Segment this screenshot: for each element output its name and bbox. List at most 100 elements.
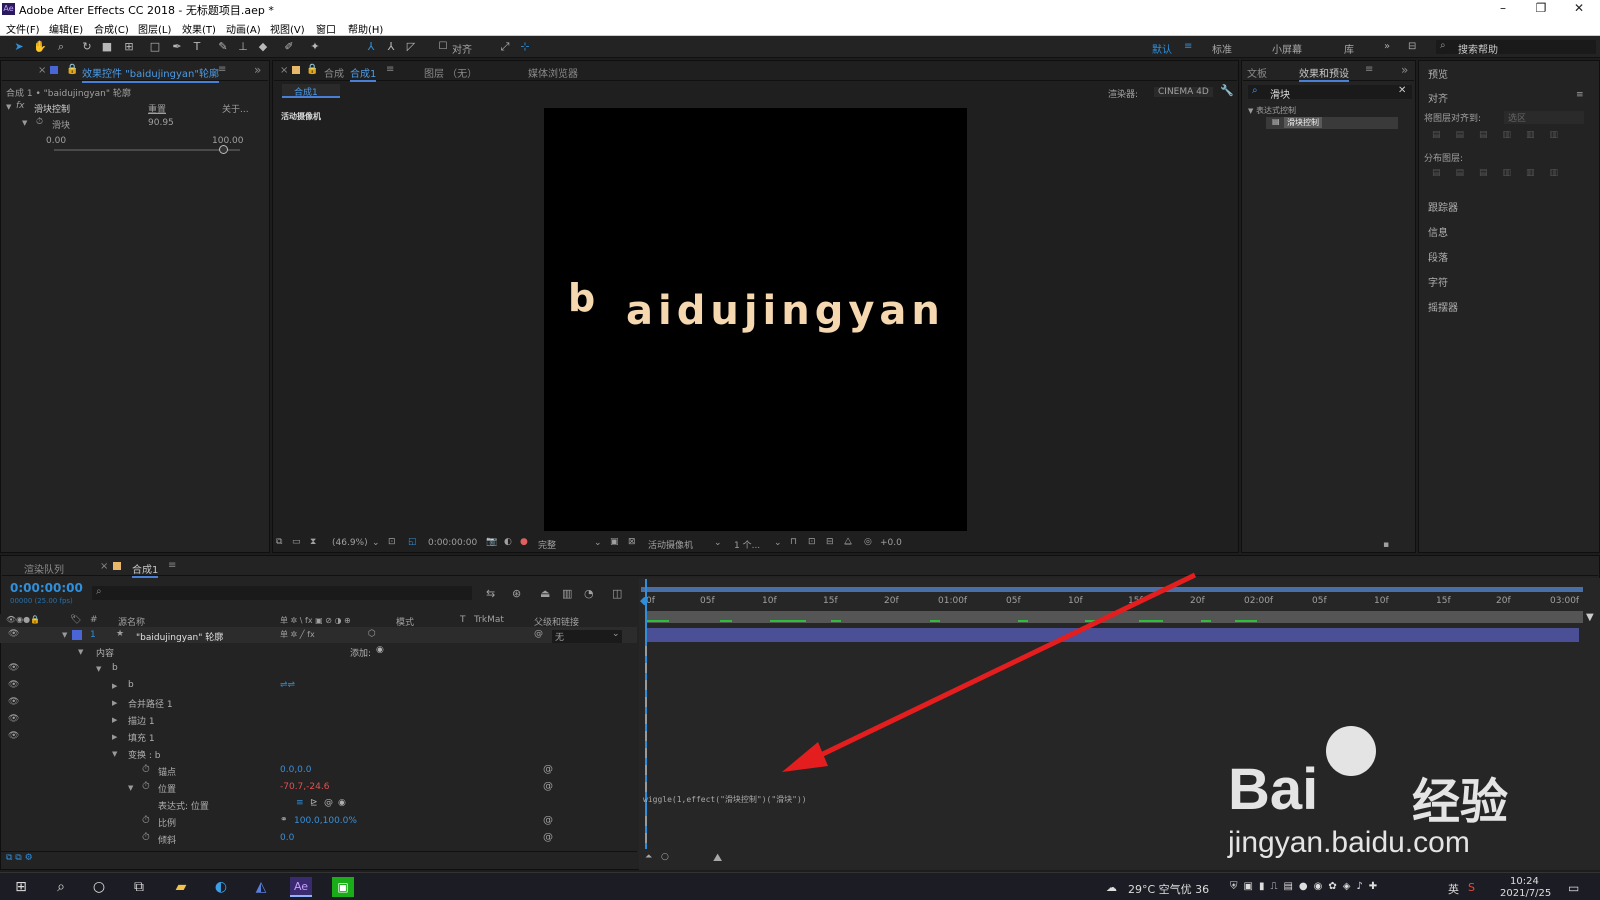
panel-menu-icon[interactable]: ≡ (218, 64, 226, 75)
zoom-tool-icon[interactable]: ⌕ (54, 40, 68, 54)
zoom-slider-thumb[interactable]: ○ (661, 852, 669, 862)
fx-icon[interactable]: fx (16, 101, 25, 111)
tab-composition[interactable]: 合成1 (350, 65, 377, 82)
ime-indicator[interactable]: 英 (1448, 881, 1459, 897)
file-explorer-icon[interactable]: ▰ (170, 877, 192, 897)
tree-row[interactable]: ▼ 变换 : b (0, 746, 637, 762)
keyframe-marker[interactable] (645, 748, 647, 758)
keyframe-marker[interactable] (645, 697, 647, 707)
add-content-icon[interactable]: ◉ (376, 645, 384, 655)
property-value[interactable]: 100.0,100.0% (294, 816, 357, 826)
keyframe-marker[interactable] (645, 663, 647, 673)
toggle-transparency-icon[interactable]: ⊠ (628, 537, 636, 547)
effects-search-box[interactable]: ⌕ 滑块 ✕ (1248, 85, 1412, 101)
tab-layer[interactable]: 图层 （无） (424, 65, 477, 80)
pickwhip-icon[interactable]: @ (534, 629, 543, 639)
stopwatch-icon[interactable]: ⏱ (142, 764, 150, 775)
property-row[interactable]: ⏱ 锚点 0.0,0.0 @ (0, 763, 637, 779)
3d-layer-icon[interactable]: ⬡ (368, 629, 376, 639)
eraser-tool-icon[interactable]: ◆ (256, 40, 270, 54)
zoom-slider[interactable]: ⏶ ○ ⛰ (645, 851, 725, 865)
restore-icon[interactable]: ❐ (1526, 1, 1556, 17)
eye-icon[interactable]: 👁 (8, 629, 19, 639)
keyframe-marker[interactable] (645, 782, 647, 792)
new-folder-icon[interactable]: ▪ (1383, 540, 1389, 550)
align-panel-header[interactable]: 对齐 (1428, 90, 1448, 105)
clock-time[interactable]: 10:24 (1510, 876, 1539, 887)
chevron-down-icon[interactable]: ⌄ (612, 629, 620, 639)
expand-panels-icon[interactable]: » (254, 63, 261, 77)
exposure-value[interactable]: +0.0 (880, 538, 902, 548)
property-row[interactable]: ⏱ 倾斜 0.0 @ (0, 831, 637, 847)
tree-row[interactable]: 👁 ▶ 填充 1 (0, 729, 637, 745)
timeline-search-input[interactable]: ⌕ (92, 586, 472, 600)
layer-switches-icon[interactable]: 单 ✲ ╱ fx (280, 629, 315, 640)
keyframe-marker[interactable] (645, 714, 647, 724)
weather-text[interactable]: 29°C 空气优 36 (1128, 881, 1209, 897)
flowchart-icon[interactable]: ⧋ (844, 537, 852, 547)
puppet-tool-icon[interactable]: ✦ (308, 40, 322, 54)
chevron-down-icon[interactable]: ⌄ (594, 538, 602, 548)
keyframe-marker[interactable] (645, 765, 647, 775)
pan-behind-tool-icon[interactable]: ⊞ (122, 40, 136, 54)
hand-tool-icon[interactable]: ✋ (33, 40, 47, 54)
workspace-small-screen[interactable]: 小屏幕 (1272, 41, 1302, 56)
property-row[interactable]: ⏱ 比例 ⚭ 100.0,100.0% @ (0, 814, 637, 830)
tab-effects-presets[interactable]: 效果和预设 (1299, 65, 1349, 82)
expand-slider-triangle-icon[interactable]: ▼ (22, 119, 27, 127)
tree-row[interactable]: 👁 ▼ b (0, 661, 637, 677)
workspace-standard[interactable]: 标准 (1212, 41, 1232, 56)
expand-category-triangle-icon[interactable]: ▼ (1248, 107, 1253, 115)
cortana-icon[interactable]: ○ (88, 877, 110, 897)
weather-icon[interactable]: ☁ (1106, 881, 1117, 894)
monitor-icon[interactable]: ▭ (292, 537, 301, 547)
property-value[interactable]: 0.0,0.0 (280, 765, 312, 775)
contents-row[interactable]: ▼ 内容 添加: ◉ (0, 644, 637, 660)
label-color-icon[interactable] (72, 630, 82, 640)
keyframe-marker[interactable] (645, 731, 647, 741)
collapse-triangle-icon[interactable]: ▶ (112, 733, 117, 741)
tab-text[interactable]: 文板 (1247, 65, 1267, 80)
chevron-down-icon[interactable]: ⌄ (714, 538, 722, 548)
pickwhip-icon[interactable]: @ (543, 781, 553, 792)
expression-graph-icon[interactable]: ⊵ (310, 798, 318, 808)
slider-value[interactable]: 90.95 (148, 118, 174, 128)
zoom-in-icon[interactable]: ⛰ (713, 851, 722, 865)
keyframe-marker[interactable] (645, 833, 647, 843)
menu-help[interactable]: 帮助(H) (348, 21, 383, 36)
after-effects-taskbar-icon[interactable]: Ae (290, 877, 312, 897)
tab-media-browser[interactable]: 媒体浏览器 (528, 65, 578, 80)
selection-tool-icon[interactable]: ➤ (12, 40, 26, 54)
renderer-value[interactable]: CINEMA 4D (1154, 87, 1213, 97)
help-search-box[interactable]: ⌕ 搜索帮助 (1436, 40, 1596, 56)
close-tab-icon[interactable]: × (38, 65, 46, 76)
timeline-scrollbar-icon[interactable]: ▼ (1586, 612, 1594, 623)
panel-info[interactable]: 信息 (1428, 224, 1448, 239)
transparency-grid-icon[interactable]: ◱ (408, 537, 417, 547)
property-value[interactable]: -70.7,-24.6 (280, 782, 329, 792)
workspace-panel-icon[interactable]: ⊟ (1408, 41, 1416, 52)
zoom-dropdown[interactable]: (46.9%) (332, 538, 368, 548)
region-of-interest-icon[interactable]: ⊡ (388, 537, 396, 547)
keyframe-marker[interactable] (645, 816, 647, 826)
expand-layer-triangle-icon[interactable]: ▼ (62, 631, 67, 639)
collapse-triangle-icon[interactable]: ▶ (112, 682, 117, 690)
panel-menu-icon[interactable]: ≡ (1365, 64, 1373, 75)
menu-layer[interactable]: 图层(L) (138, 21, 171, 36)
reset-exposure-icon[interactable]: ◎ (864, 537, 872, 547)
close-icon[interactable]: ✕ (1564, 1, 1594, 17)
reset-link[interactable]: 重置 (148, 102, 166, 115)
expression-row[interactable]: 表达式: 位置 ≡ ⊵ @ ◉ (0, 797, 637, 813)
sogou-icon[interactable]: S (1468, 881, 1475, 894)
snap-grid-icon[interactable]: ⊹ (518, 40, 532, 54)
windows-start-icon[interactable]: ⊞ (10, 877, 32, 897)
lock-icon[interactable]: 🔒 (66, 64, 78, 75)
expression-pickwhip-icon[interactable]: @ (324, 798, 333, 808)
menu-view[interactable]: 视图(V) (270, 21, 305, 36)
snap-option-icon[interactable]: ⤢ (498, 40, 512, 54)
eye-icon[interactable]: 👁 (8, 731, 19, 741)
menu-composition[interactable]: 合成(C) (94, 21, 129, 36)
property-row[interactable]: ▼ ⏱ 位置 -70.7,-24.6 @ (0, 780, 637, 796)
effects-category[interactable]: 表达式控制 (1256, 105, 1296, 116)
media-encoder-icon[interactable]: ◭ (250, 877, 272, 897)
